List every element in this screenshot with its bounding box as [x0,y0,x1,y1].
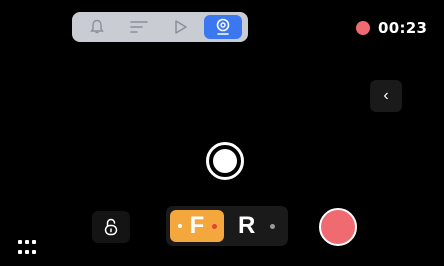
gear-forward-button[interactable]: F [170,210,224,242]
recording-indicator [356,21,370,35]
mode-notifications-button[interactable] [78,15,116,39]
play-outline-icon [175,20,187,34]
gear-forward-dot [212,224,217,229]
circle-capture-icon [213,149,237,173]
mode-filter-button[interactable] [120,15,158,39]
grid-dot [32,240,36,244]
camera-control-screen: 00:23 ‹ F R [0,0,444,266]
grid-dot [25,249,29,254]
filter-lines-icon [130,21,148,33]
grid-dot [25,240,29,244]
recording-status: 00:23 [356,14,438,42]
webcam-icon [216,18,230,35]
grid-dot [32,249,36,254]
side-panel-toggle[interactable]: ‹ [370,80,402,112]
unlock-icon [104,218,118,236]
bell-icon [90,19,104,34]
gear-reverse-button[interactable]: R [238,210,284,242]
gear-reverse-label: R [238,212,256,239]
mode-camera-button[interactable] [204,15,242,39]
gear-selector: F R [166,206,288,246]
gear-indicator-dot [178,224,182,228]
gear-forward-label: F [189,212,205,239]
record-button[interactable] [319,208,357,246]
lock-button[interactable] [92,211,130,243]
gear-reverse-dot [270,224,275,229]
mode-play-button[interactable] [162,15,200,39]
mode-bar [72,12,248,42]
grid-dot [18,249,22,254]
capture-button[interactable] [206,142,244,180]
chevron-left-icon: ‹ [383,87,389,104]
apps-grid-button[interactable] [18,240,38,256]
grid-dots-icon [18,240,22,244]
recording-timer: 00:23 [378,19,428,37]
